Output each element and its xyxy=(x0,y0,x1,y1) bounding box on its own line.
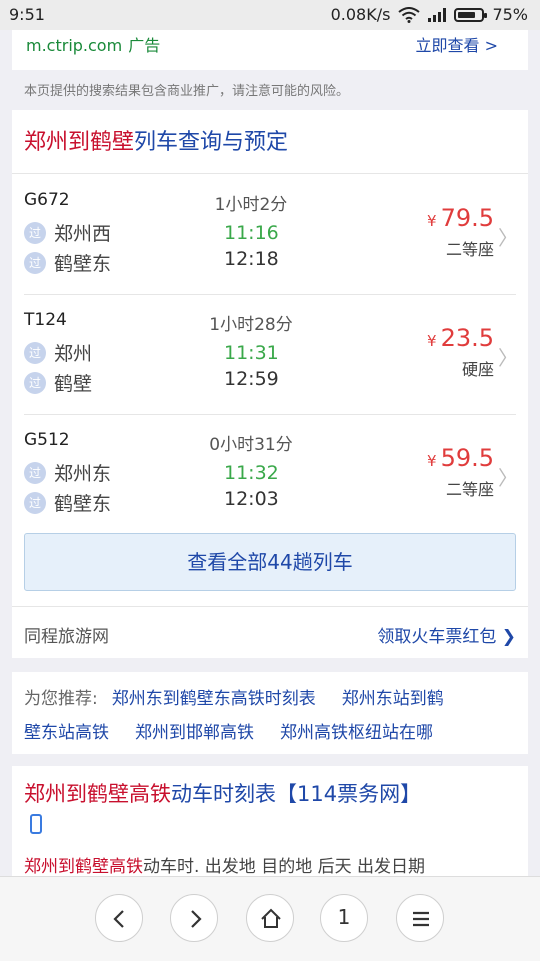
back-button[interactable] xyxy=(95,894,143,942)
depart-time: 11:16 xyxy=(224,222,279,244)
train-duration: 1小时2分 xyxy=(214,195,288,215)
chevron-right-icon: 〉 xyxy=(498,466,518,490)
home-button[interactable] xyxy=(246,894,294,942)
view-all-trains-button[interactable]: 查看全部44趟列车 xyxy=(24,533,516,591)
tabs-count: 1 xyxy=(337,905,351,929)
ad-view-now-link[interactable]: 立即查看 > xyxy=(416,32,499,56)
from-station-name: 郑州西 xyxy=(54,223,112,245)
to-station-name: 鹤壁 xyxy=(54,373,93,395)
signal-icon xyxy=(428,7,447,22)
pass-badge: 过 xyxy=(24,221,46,244)
mobile-phone-icon xyxy=(30,814,42,834)
train-code: G512 xyxy=(24,430,70,450)
net-speed: 0.08K/s xyxy=(330,5,391,24)
wifi-icon xyxy=(398,6,421,23)
search-result-card: 郑州到鹤壁高铁动车时刻表【114票务网】 郑州到鹤壁高铁动车时. 出发地 目的地… xyxy=(12,766,528,877)
currency-symbol: ¥ xyxy=(427,212,437,230)
chevron-right-icon: 〉 xyxy=(498,226,518,250)
status-right: 0.08K/s 75% xyxy=(331,5,528,24)
tabs-button[interactable]: 1 xyxy=(320,894,368,942)
recommend-label: 为您推荐: xyxy=(24,689,98,709)
status-bar: 9:51 0.08K/s 75% xyxy=(0,0,540,30)
arrive-time: 12:03 xyxy=(224,488,279,510)
result-title-highlight: 郑州到鹤壁高铁 xyxy=(24,782,171,806)
ad-notice: 本页提供的搜索结果包含商业推广，请注意可能的风险。 xyxy=(24,84,350,99)
coupon-link[interactable]: 领取火车票红包 ❯ xyxy=(377,622,516,647)
ad-url-text: m.ctrip.com xyxy=(26,36,123,55)
from-station: 过郑州 xyxy=(24,339,92,366)
train-duration: 0小时31分 xyxy=(209,435,293,455)
forward-icon xyxy=(191,910,202,928)
forward-button[interactable] xyxy=(170,894,218,942)
menu-button[interactable] xyxy=(396,894,444,942)
arrive-time: 12:59 xyxy=(224,368,279,390)
currency-symbol: ¥ xyxy=(427,452,437,470)
seat-class: 二等座 xyxy=(445,240,494,259)
snippet-highlight: 郑州到鹤壁高铁 xyxy=(24,857,143,877)
train-search-card: 郑州到鹤壁列车查询与预定 G672 1小时2分过郑州西过鹤壁东 11:16 12:18… xyxy=(12,110,528,658)
from-station-name: 郑州 xyxy=(54,343,93,365)
recommend-link[interactable]: 郑州到邯郸高铁 xyxy=(135,723,254,743)
result-snippet: 郑州到鹤壁高铁动车时. 出发地 目的地 后天 出发日期 xyxy=(24,852,425,877)
train-code: G672 xyxy=(24,190,70,210)
chevron-right-icon: 〉 xyxy=(498,346,518,370)
depart-time: 11:32 xyxy=(224,462,279,484)
arrive-time: 12:18 xyxy=(224,248,279,270)
pass-badge: 过 xyxy=(24,341,46,364)
ticket-price: ¥79.5 xyxy=(427,204,494,232)
pass-badge: 过 xyxy=(24,251,46,274)
result-title-rest: 动车时刻表【114票务网】 xyxy=(171,782,422,806)
ticket-price: ¥23.5 xyxy=(427,324,494,352)
ticket-price: ¥59.5 xyxy=(427,444,494,472)
recommend-link[interactable]: 郑州高铁枢纽站在哪 xyxy=(280,723,433,743)
browser-bottom-bar: 1 xyxy=(0,876,540,961)
snippet-rest: 动车时. 出发地 目的地 后天 出发日期 xyxy=(143,857,426,877)
ad-tag: 广告 xyxy=(128,36,161,55)
recommend-link[interactable]: 郑州东站到鹤 xyxy=(342,689,444,709)
pass-badge: 过 xyxy=(24,371,46,394)
depart-time: 11:31 xyxy=(224,342,279,364)
from-station: 过郑州西 xyxy=(24,219,111,246)
currency-symbol: ¥ xyxy=(427,332,437,350)
train-code: T124 xyxy=(24,310,67,330)
train-row[interactable]: T124 1小时28分过郑州过鹤壁 11:31 12:59 ¥23.5 硬座〉 xyxy=(12,294,528,414)
from-station: 过郑州东 xyxy=(24,459,111,486)
train-row[interactable]: G672 1小时2分过郑州西过鹤壁东 11:16 12:18 ¥79.5 二等座〉 xyxy=(12,174,528,294)
train-row[interactable]: G512 0小时31分过郑州东过鹤壁东 11:32 12:03 ¥59.5 二等座〉 xyxy=(12,414,528,534)
pass-badge: 过 xyxy=(24,491,46,514)
back-icon xyxy=(113,910,124,928)
train-duration: 1小时28分 xyxy=(209,315,293,335)
from-station-name: 郑州东 xyxy=(54,463,112,485)
title-highlight: 郑州到鹤壁 xyxy=(24,130,135,155)
recommend-link[interactable]: 壁东站高铁 xyxy=(24,723,109,743)
battery-icon xyxy=(454,7,488,22)
recommend-line-2: 壁东站高铁 郑州到邯郸高铁 郑州高铁枢纽站在哪 xyxy=(24,718,433,743)
to-station: 过鹤壁 xyxy=(24,369,92,396)
to-station-name: 鹤壁东 xyxy=(54,253,112,275)
pass-badge: 过 xyxy=(24,461,46,484)
train-card-title[interactable]: 郑州到鹤壁列车查询与预定 xyxy=(24,124,288,156)
divider xyxy=(12,606,528,607)
source-label: 同程旅游网 xyxy=(24,627,109,647)
ad-card: m.ctrip.com 广告 立即查看 > xyxy=(12,30,528,70)
recommend-link[interactable]: 郑州东到鹤壁东高铁时刻表 xyxy=(112,689,316,709)
price-value: 23.5 xyxy=(440,324,494,352)
seat-class: 二等座 xyxy=(445,480,494,499)
result-title-link[interactable]: 郑州到鹤壁高铁动车时刻表【114票务网】 xyxy=(24,778,421,808)
to-station: 过鹤壁东 xyxy=(24,249,111,276)
home-icon xyxy=(261,908,281,928)
recommend-line-1: 为您推荐: 郑州东到鹤壁东高铁时刻表 郑州东站到鹤 xyxy=(24,684,444,709)
to-station-name: 鹤壁东 xyxy=(54,493,112,515)
status-time: 9:51 xyxy=(9,5,45,24)
price-value: 59.5 xyxy=(440,444,494,472)
menu-icon xyxy=(413,911,429,927)
title-rest: 列车查询与预定 xyxy=(134,130,289,155)
recommend-card: 为您推荐: 郑州东到鹤壁东高铁时刻表 郑州东站到鹤 壁东站高铁 郑州到邯郸高铁 郑州高铁… xyxy=(12,672,528,754)
seat-class: 硬座 xyxy=(461,360,494,379)
ad-url[interactable]: m.ctrip.com 广告 xyxy=(26,32,160,56)
to-station: 过鹤壁东 xyxy=(24,489,111,516)
battery-percent: 75% xyxy=(492,5,528,24)
price-value: 79.5 xyxy=(440,204,494,232)
